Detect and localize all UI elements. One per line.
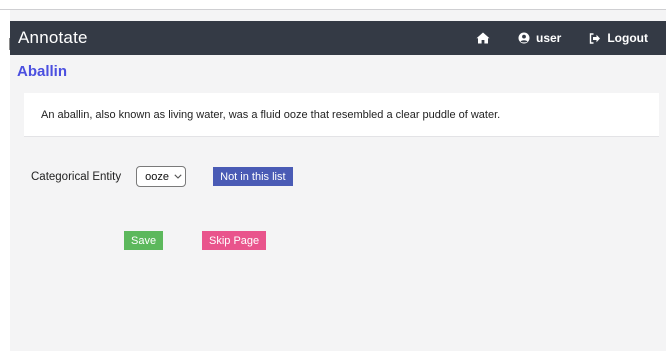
top-navbar: Annotate user Logout (10, 21, 666, 55)
entity-select[interactable]: ooze (136, 166, 187, 187)
skip-page-button[interactable]: Skip Page (202, 231, 267, 250)
annotate-page: Annotate user Logout Aballin An aballin,… (0, 0, 666, 351)
user-circle-icon (518, 32, 530, 44)
not-in-list-button[interactable]: Not in this list (213, 167, 293, 186)
window-top-edge (0, 0, 666, 10)
sign-out-icon (590, 32, 601, 44)
page-title: Aballin (17, 63, 68, 80)
home-link[interactable] (476, 32, 490, 44)
description-text: An aballin, also known as living water, … (41, 108, 501, 121)
user-menu[interactable]: user (518, 31, 561, 45)
home-icon (476, 32, 490, 44)
window-left-edge (0, 10, 10, 351)
brand-title[interactable]: Annotate (18, 28, 476, 48)
entity-select-value: ooze (145, 170, 169, 183)
save-button[interactable]: Save (124, 231, 164, 250)
logout-link[interactable]: Logout (589, 31, 648, 45)
entity-row: Categorical Entity ooze Not in this list (31, 166, 293, 187)
user-label: user (535, 31, 562, 45)
chevron-down-icon (174, 174, 182, 179)
description-card: An aballin, also known as living water, … (24, 93, 659, 137)
entity-label: Categorical Entity (31, 170, 122, 183)
logout-label: Logout (607, 31, 648, 45)
